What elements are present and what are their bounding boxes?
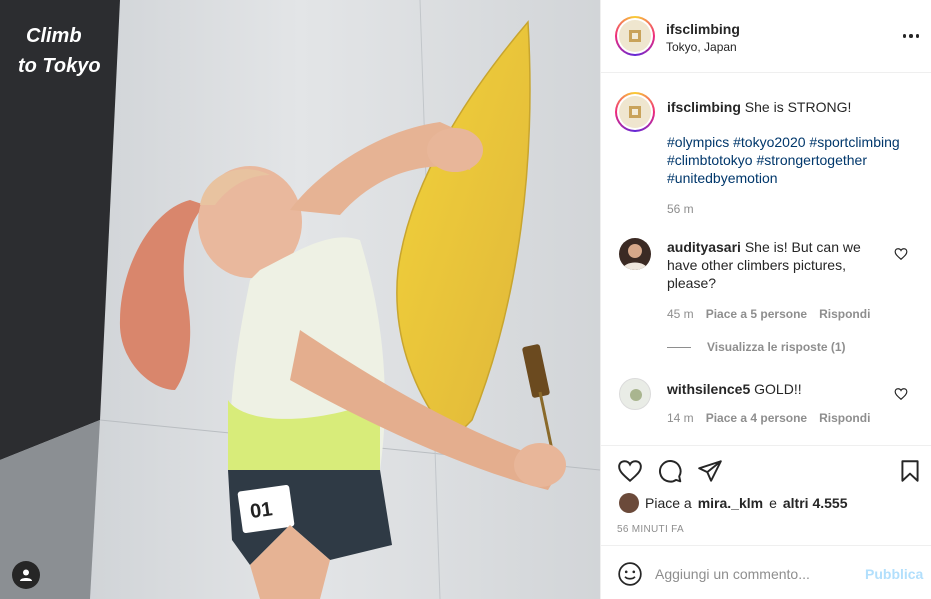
post-photo[interactable]: 01 Climb to Tokyo (0, 0, 600, 599)
ifsc-logo-icon (629, 106, 641, 118)
comment-meta: 45 m Piace a 5 persone Rispondi (667, 307, 870, 321)
caption: ifsclimbing She is STRONG! (667, 98, 917, 116)
share-icon[interactable] (697, 458, 723, 484)
comment-avatar[interactable] (619, 238, 651, 270)
caption-username[interactable]: ifsclimbing (667, 99, 741, 115)
comment-like-icon[interactable] (894, 247, 908, 261)
reply-button[interactable]: Rispondi (819, 411, 870, 425)
comment-username[interactable]: audityasari (667, 239, 741, 255)
svg-text:to Tokyo: to Tokyo (18, 55, 101, 77)
comment-body: audityasari She is! But can we have othe… (667, 238, 887, 292)
caption-text: She is STRONG! (744, 99, 852, 115)
comment-icon[interactable] (657, 458, 683, 484)
post-details-panel: ifsclimbing Tokyo, Japan ifsclimbing She… (600, 0, 931, 599)
comment-body: withsilence5 GOLD!! (667, 380, 887, 398)
comment-text: GOLD!! (754, 381, 802, 397)
view-replies-label: Visualizza le risposte (1) (707, 340, 846, 354)
add-comment-bar: Pubblica (601, 545, 931, 599)
likes-middle: e (769, 495, 777, 511)
header-username[interactable]: ifsclimbing (666, 21, 740, 37)
comment-avatar[interactable] (619, 378, 651, 410)
comment-time[interactable]: 14 m (667, 411, 694, 425)
comment-likes[interactable]: Piace a 4 persone (706, 411, 807, 425)
comment-like-icon[interactable] (894, 387, 908, 401)
liker-avatar[interactable] (619, 493, 639, 513)
comment-input[interactable] (655, 559, 855, 589)
comment-meta: 14 m Piace a 4 persone Rispondi (667, 411, 870, 425)
avatar-photo-icon (622, 244, 648, 270)
caption-time[interactable]: 56 m (667, 202, 694, 216)
post-date[interactable]: 56 MINUTI FA (617, 524, 684, 535)
reply-button[interactable]: Rispondi (819, 307, 870, 321)
bib-number: 01 (249, 498, 274, 523)
comment-likes[interactable]: Piace a 5 persone (706, 307, 807, 321)
likes-count[interactable]: altri 4.555 (783, 495, 848, 511)
climber-photo: 01 (0, 0, 600, 599)
svg-text:Climb: Climb (26, 25, 82, 47)
header-location[interactable]: Tokyo, Japan (666, 40, 737, 54)
post-header: ifsclimbing Tokyo, Japan (601, 0, 931, 73)
replies-divider (667, 346, 691, 348)
caption-avatar[interactable] (615, 92, 655, 132)
climb-to-tokyo-watermark: Climb to Tokyo (18, 25, 101, 77)
ifsc-logo-icon (629, 30, 641, 42)
comment-username[interactable]: withsilence5 (667, 381, 750, 397)
heart-icon[interactable] (617, 458, 643, 484)
comments-section: ifsclimbing She is STRONG! #olympics #to… (601, 74, 931, 444)
more-options-icon[interactable] (901, 28, 921, 44)
post-actions: Piace a mira._klm e altri 4.555 56 MINUT… (601, 445, 931, 545)
tagged-user-button[interactable] (12, 561, 40, 589)
liker-username[interactable]: mira._klm (698, 495, 763, 511)
caption-hashtags[interactable]: #olympics #tokyo2020 #sportclimbing #cli… (667, 133, 917, 187)
comment-time[interactable]: 45 m (667, 307, 694, 321)
likes-prefix: Piace a (645, 495, 692, 511)
user-icon (20, 569, 32, 581)
likes-summary: Piace a mira._klm e altri 4.555 (619, 493, 847, 513)
avatar-photo-icon (630, 389, 642, 401)
profile-avatar[interactable] (615, 16, 655, 56)
view-replies-button[interactable]: Visualizza le risposte (1) (667, 340, 846, 354)
bookmark-icon[interactable] (897, 458, 923, 484)
publish-button[interactable]: Pubblica (865, 566, 923, 582)
emoji-icon[interactable] (617, 561, 643, 587)
